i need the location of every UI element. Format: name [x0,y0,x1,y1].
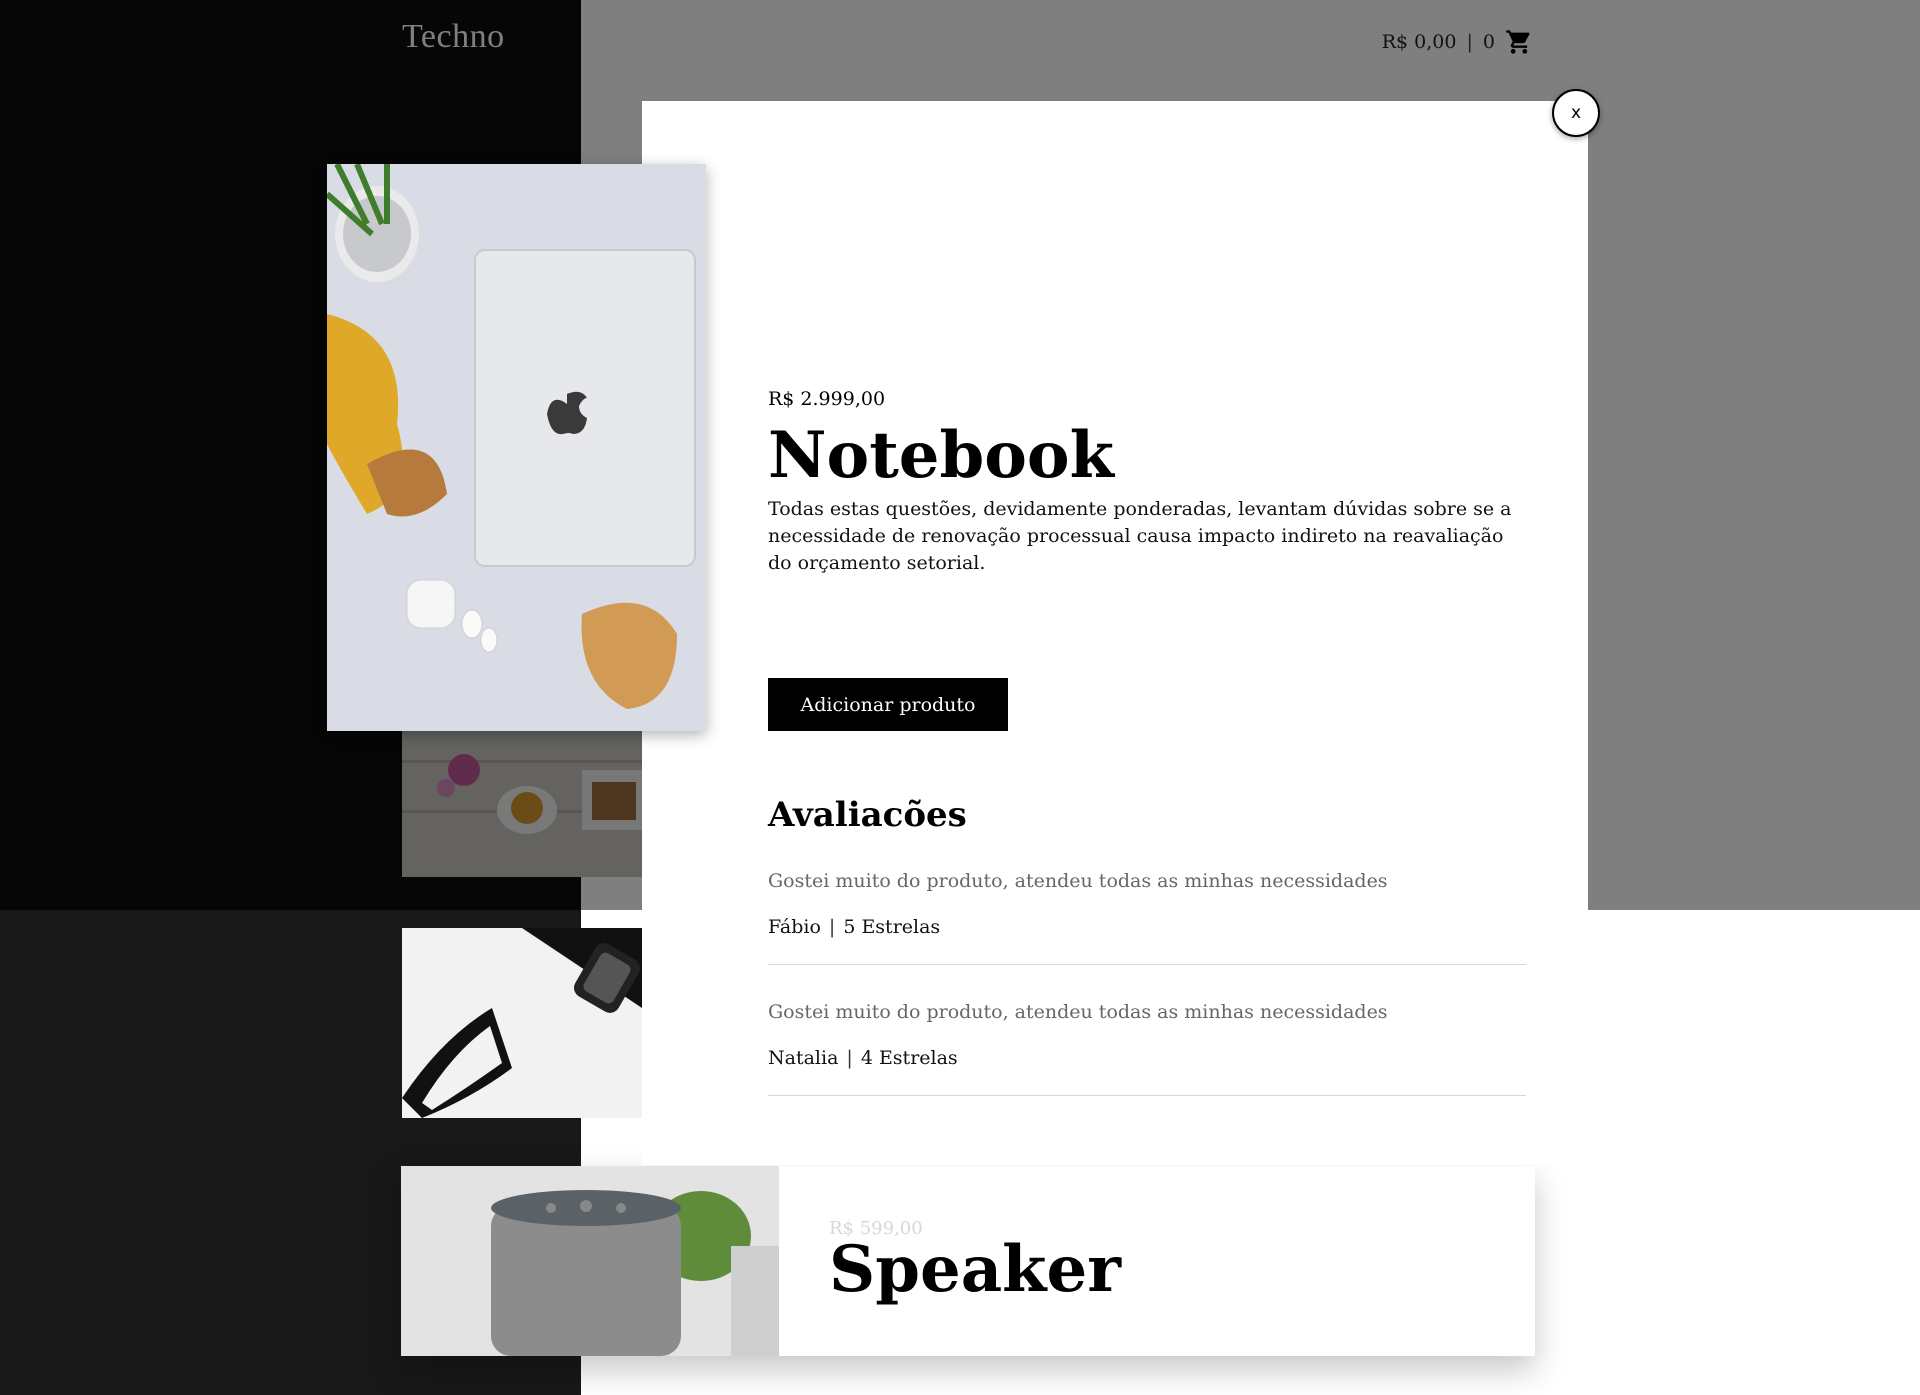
review-text: Gostei muito do produto, atendeu todas a… [768,1001,1388,1023]
review-author: Natalia [768,1047,839,1069]
product-thumbnail-watch[interactable] [402,928,642,1118]
product-image-notebook [327,164,706,731]
product-card-speaker[interactable]: R$ 599,00 Speaker [401,1166,1535,1356]
product-description: Todas estas questões, devidamente ponder… [768,498,1512,574]
review-separator: | [846,1047,853,1069]
product-title: Notebook [768,418,1114,493]
review-item: Gostei muito do produto, atendeu todas a… [768,1001,1526,1096]
watch-glasses-photo [402,928,642,1118]
product-price: R$ 2.999,00 [768,388,886,410]
reviews-heading: Avaliacões [768,795,967,835]
speaker-photo [401,1166,779,1356]
review-separator: | [828,916,836,938]
review-rating: 5 Estrelas [843,916,941,938]
review-meta: Natalia | 4 Estrelas [768,1047,1526,1069]
speaker-name: Speaker [829,1232,1121,1307]
review-item: Gostei muito do produto, atendeu todas a… [768,870,1526,965]
review-text: Gostei muito do produto, atendeu todas a… [768,870,1388,892]
review-author: Fábio [768,916,821,938]
review-meta: Fábio | 5 Estrelas [768,916,1526,938]
close-button[interactable]: x [1552,89,1600,137]
review-rating: 4 Estrelas [860,1047,958,1069]
add-product-button[interactable]: Adicionar produto [768,678,1008,731]
